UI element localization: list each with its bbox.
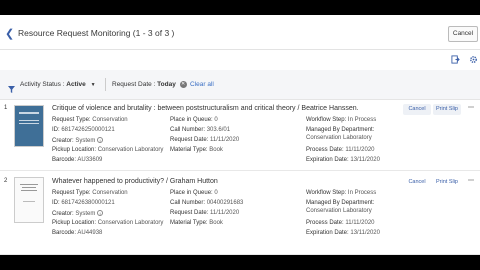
activity-status-value: Active <box>66 81 86 88</box>
activity-status-label: Activity Status : <box>20 81 65 88</box>
request-date-label: Request Date : <box>112 81 156 88</box>
process-date-field: Process Date: 11/11/2020 <box>306 147 375 153</box>
more-actions-icon[interactable]: ⋯ <box>468 177 475 184</box>
id-field: ID: 6817426250000121 <box>52 127 115 133</box>
pickup-location-field: Pickup Location: Conservation Laboratory <box>52 220 164 226</box>
chevron-down-icon: ▼ <box>90 82 96 88</box>
print-slip-button[interactable]: Print Slip <box>433 177 461 188</box>
material-type-field: Material Type: Book <box>170 147 223 153</box>
expiration-date-field: Expiration Date: 13/11/2020 <box>306 230 380 236</box>
call-number-field: Call Number: 00400291683 <box>170 200 244 206</box>
request-date-filter[interactable]: Request Date : Today ✕ <box>105 78 187 91</box>
pickup-location-field: Pickup Location: Conservation Laboratory <box>52 147 164 153</box>
call-number-field: Call Number: 303.6/01 <box>170 127 231 133</box>
request-date-field: Request Date: 11/11/2020 <box>170 210 240 216</box>
record-title-link[interactable]: Whatever happened to productivity? / Gra… <box>52 178 218 185</box>
request-date-value: Today <box>157 81 176 88</box>
book-cover-thumbnail <box>14 177 44 223</box>
export-icon[interactable] <box>451 55 460 66</box>
creator-field: Creator: System i <box>52 137 104 144</box>
row-index: 1 <box>4 105 8 111</box>
info-icon[interactable]: i <box>97 137 104 143</box>
print-slip-button[interactable]: Print Slip <box>433 104 461 115</box>
barcode-field: Barcode: AU44938 <box>52 230 103 236</box>
request-type-field: Request Type: Conservation <box>52 190 128 196</box>
request-type-field: Request Type: Conservation <box>52 117 128 123</box>
creator-field: Creator: System i <box>52 210 104 217</box>
place-in-queue-field: Place in Queue: 0 <box>170 117 218 123</box>
barcode-field: Barcode: AU33609 <box>52 157 103 163</box>
request-date-field: Request Date: 11/11/2020 <box>170 137 240 143</box>
id-field: ID: 6817426380000121 <box>52 200 115 206</box>
expiration-date-field: Expiration Date: 13/11/2020 <box>306 157 380 163</box>
row-cancel-button[interactable]: Cancel <box>403 104 431 115</box>
material-type-field: Material Type: Book <box>170 220 223 226</box>
chevron-left-icon[interactable]: ❮ <box>5 27 14 40</box>
place-in-queue-field: Place in Queue: 0 <box>170 190 218 196</box>
list-item: 2 Whatever happened to productivity? / G… <box>0 173 480 255</box>
clear-all-link[interactable]: Clear all <box>190 78 214 91</box>
list-item: 1 Critique of violence and brutality : b… <box>0 101 480 171</box>
info-icon[interactable]: i <box>97 210 104 216</box>
remove-filter-icon[interactable]: ✕ <box>179 80 187 88</box>
record-title-link[interactable]: Critique of violence and brutality : bet… <box>52 105 359 112</box>
workflow-step-field: Workflow Step: In Process <box>306 117 377 123</box>
page-header: ❮ Resource Request Monitoring (1 - 3 of … <box>0 15 480 50</box>
filter-bar: Activity Status : Active ▼ Request Date … <box>0 70 480 100</box>
page-title: Resource Request Monitoring (1 - 3 of 3 … <box>18 28 175 38</box>
workflow-step-field: Workflow Step: In Process <box>306 190 377 196</box>
row-cancel-button[interactable]: Cancel <box>403 177 431 188</box>
cancel-button[interactable]: Cancel <box>448 26 478 42</box>
managed-by-field: Managed By Department: Conservation Labor… <box>306 127 375 141</box>
more-actions-icon[interactable]: ⋯ <box>468 104 475 111</box>
book-cover-thumbnail <box>14 105 44 147</box>
row-index: 2 <box>4 178 8 184</box>
process-date-field: Process Date: 11/11/2020 <box>306 220 375 226</box>
managed-by-field: Managed By Department: Conservation Labor… <box>306 200 375 214</box>
app-window: ❮ Resource Request Monitoring (1 - 3 of … <box>0 15 480 255</box>
gear-icon[interactable] <box>469 55 478 66</box>
activity-status-filter[interactable]: Activity Status : Active ▼ <box>20 78 96 91</box>
funnel-icon[interactable] <box>8 80 15 93</box>
